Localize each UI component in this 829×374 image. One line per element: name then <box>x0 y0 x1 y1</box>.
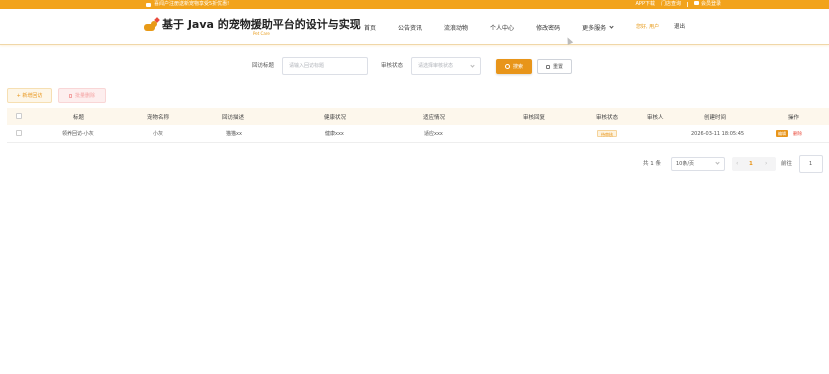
cell-pet-name: 小灰 <box>153 131 164 137</box>
cell-visit-desc: 猫猫xx <box>226 131 242 137</box>
reset-button-label: 重置 <box>552 64 563 70</box>
delete-button[interactable]: 删除 <box>791 131 804 138</box>
logout-link[interactable]: 退出 <box>674 9 685 45</box>
add-visit-button[interactable]: + 新增回访 <box>7 88 52 103</box>
total-count: 共 1 条 <box>643 161 661 167</box>
page-size-value: 10条/页 <box>676 161 695 167</box>
announcement: 喜闻户注册送新宠物享受5折优惠! <box>146 0 229 9</box>
status-select[interactable]: 请选择审核状态 <box>411 57 481 75</box>
batch-delete-button[interactable]: 批量删除 <box>58 88 106 103</box>
main-nav: 首页 公告资讯 流浪动物 个人中心 修改密码 更多服务 <box>364 9 635 45</box>
cell-adaptation: 适应xxx <box>424 131 443 137</box>
search-button[interactable]: 搜索 <box>496 59 532 74</box>
topbar-links: APP下载 门店查询 会员登录 <box>636 0 721 9</box>
title-search-input[interactable]: 请输入回访标题 <box>282 57 368 75</box>
goto-label: 前往 <box>781 161 793 167</box>
chevron-down-icon <box>715 160 720 165</box>
col-adaptation: 适应情况 <box>423 114 446 121</box>
batch-delete-label: 批量删除 <box>74 93 95 99</box>
status-badge: 待审核 <box>597 130 617 137</box>
next-page-button[interactable]: › <box>765 157 767 171</box>
pet-logo-icon <box>142 17 160 34</box>
nav-personal-center[interactable]: 个人中心 <box>490 23 514 32</box>
select-all-checkbox[interactable] <box>16 113 22 119</box>
search-button-label: 搜索 <box>512 64 523 70</box>
cell-review-status: 待审核 <box>597 130 617 138</box>
member-login-label: 会员登录 <box>700 1 721 7</box>
announcement-text: 喜闻户注册送新宠物享受5折优惠! <box>154 1 230 7</box>
goto-page-input[interactable]: 1 <box>799 155 823 173</box>
megaphone-icon <box>146 2 151 7</box>
row-checkbox[interactable] <box>16 130 22 136</box>
col-health: 健康状况 <box>324 114 347 121</box>
reset-button[interactable]: 重置 <box>537 59 572 74</box>
store-query-link[interactable]: 门店查询 <box>661 0 681 9</box>
cell-title: 领养回访-小灰 <box>62 131 94 137</box>
site-title: 基于 Java 的宠物援助平台的设计与实现 <box>162 18 361 31</box>
site-logo[interactable]: 基于 Java 的宠物援助平台的设计与实现 Pet Care <box>142 17 361 36</box>
visit-table: 标题 宠物名称 回访描述 健康状况 适应情况 审核回复 审核状态 审核人 创建时… <box>7 108 829 143</box>
pagination: 共 1 条 10条/页 ‹ 1 › 前往 1 <box>0 155 829 173</box>
nav-home[interactable]: 首页 <box>364 23 376 32</box>
col-pet-name: 宠物名称 <box>147 114 170 121</box>
divider <box>686 2 688 7</box>
nav-more-label: 更多服务 <box>582 24 607 32</box>
status-filter-label: 审核状态 <box>381 63 404 69</box>
app-download-link[interactable]: APP下载 <box>636 0 655 9</box>
member-login-link[interactable]: 会员登录 <box>693 0 721 9</box>
col-review-reply: 审核回复 <box>523 114 546 121</box>
table-row: 领养回访-小灰 小灰 猫猫xx 健康xxx 适应xxx 待审核 2026-03-… <box>7 125 829 143</box>
vip-icon <box>693 1 699 5</box>
announcement-bar: 喜闻户注册送新宠物享受5折优惠! APP下载 门店查询 会员登录 <box>0 0 829 9</box>
search-icon <box>504 64 510 69</box>
nav-stray-animals[interactable]: 流浪动物 <box>444 23 468 32</box>
search-form: 回访标题 请输入回访标题 审核状态 请选择审核状态 搜索 重置 <box>0 57 829 75</box>
edit-button[interactable]: 编辑 <box>776 130 788 137</box>
reset-icon <box>545 64 550 69</box>
chevron-down-icon <box>609 23 614 29</box>
site-subtitle: Pet Care <box>252 31 270 36</box>
user-greeting[interactable]: 您好, 用户 <box>636 9 659 45</box>
nav-more-services[interactable]: 更多服务 <box>582 23 614 32</box>
col-reviewer: 审核人 <box>647 114 664 121</box>
table-header: 标题 宠物名称 回访描述 健康状况 适应情况 审核回复 审核状态 审核人 创建时… <box>7 108 829 125</box>
cell-created-time: 2026-03-11 18:05:45 <box>691 130 745 137</box>
title-filter-label: 回访标题 <box>252 63 275 69</box>
col-created-time: 创建时间 <box>704 114 727 121</box>
site-header: 基于 Java 的宠物援助平台的设计与实现 Pet Care 首页 公告资讯 流… <box>0 9 829 45</box>
col-visit-desc: 回访描述 <box>222 114 245 121</box>
status-select-placeholder: 请选择审核状态 <box>418 63 454 69</box>
chevron-down-icon <box>470 63 475 68</box>
prev-page-button[interactable]: ‹ <box>736 157 738 171</box>
col-review-status: 审核状态 <box>596 114 619 121</box>
pager-box <box>732 157 776 171</box>
current-page[interactable]: 1 <box>749 157 753 171</box>
col-operations: 操作 <box>788 114 800 121</box>
col-title: 标题 <box>73 114 85 121</box>
cell-operations: 编辑 删除 <box>776 130 804 138</box>
nav-announcements[interactable]: 公告资讯 <box>398 23 422 32</box>
nav-change-password[interactable]: 修改密码 <box>536 23 560 32</box>
trash-icon <box>68 93 72 98</box>
cell-health: 健康xxx <box>325 131 344 137</box>
page-size-select[interactable]: 10条/页 <box>671 157 725 171</box>
